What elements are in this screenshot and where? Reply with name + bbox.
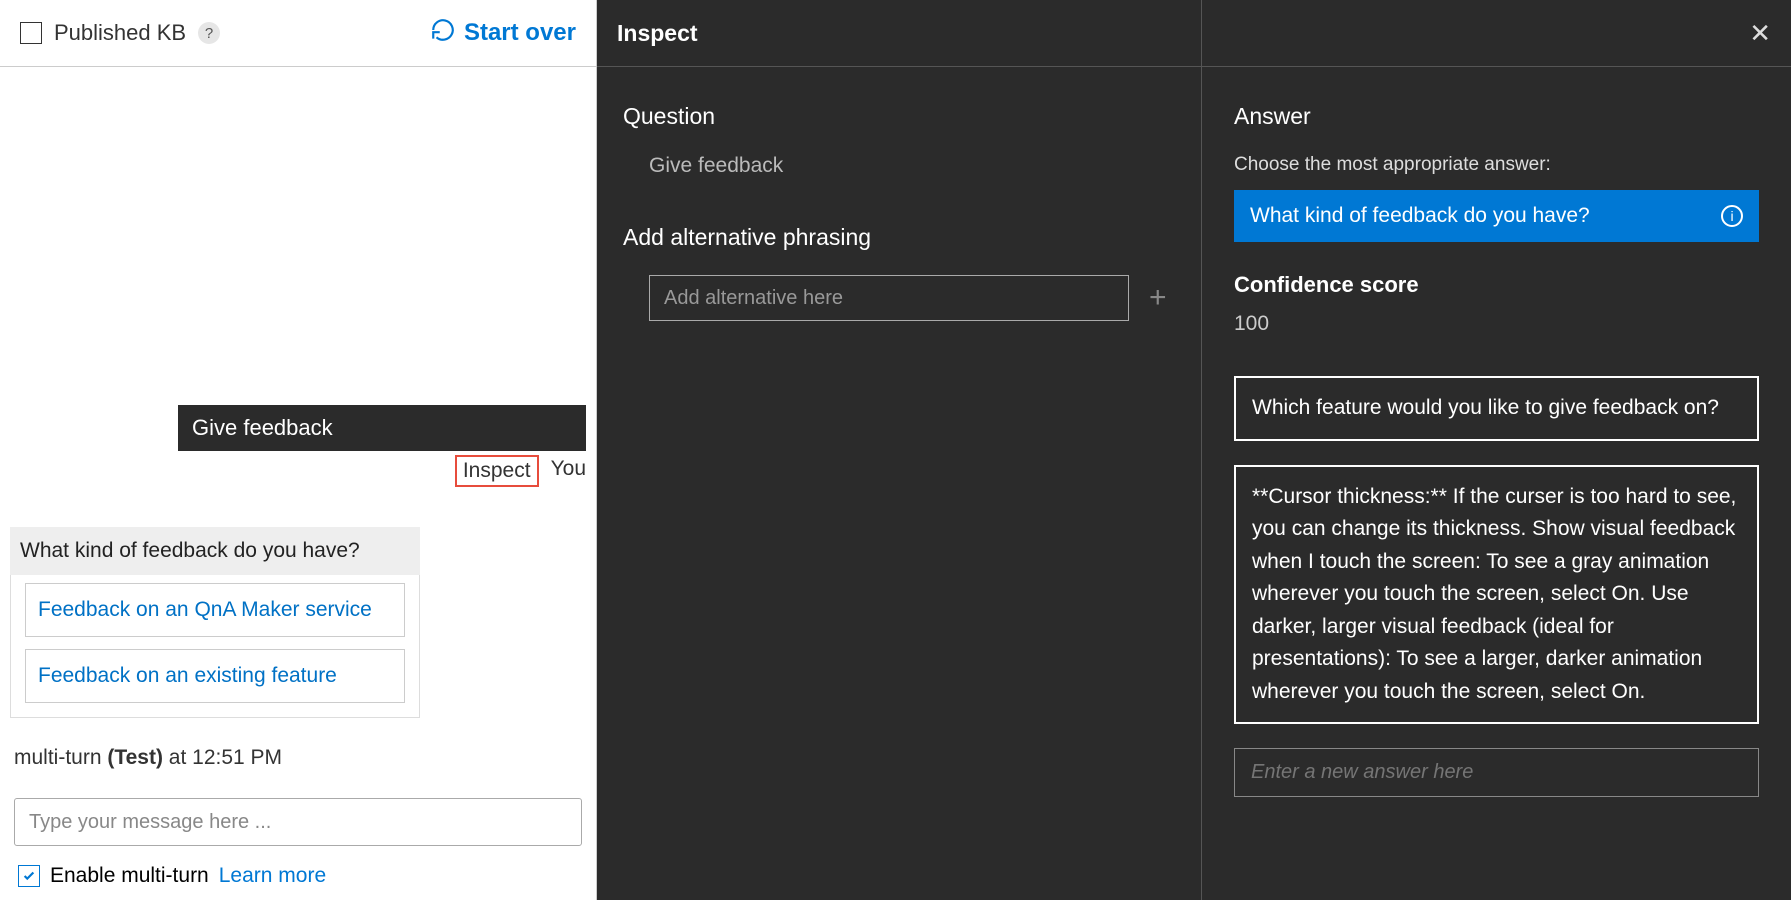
close-icon[interactable]: ✕ bbox=[1749, 18, 1771, 49]
selected-answer[interactable]: What kind of feedback do you have? i bbox=[1234, 190, 1759, 242]
alt-answer-2[interactable]: **Cursor thickness:** If the curser is t… bbox=[1234, 465, 1759, 725]
alt-answer-1[interactable]: Which feature would you like to give fee… bbox=[1234, 376, 1759, 441]
user-message: Give feedback bbox=[178, 405, 586, 451]
alt-phrasing-input[interactable] bbox=[649, 275, 1129, 321]
chat-header: Published KB ? Start over bbox=[0, 0, 596, 67]
question-section-title: Question bbox=[623, 103, 1175, 130]
bot-meta-line: multi-turn (Test) at 12:51 PM bbox=[14, 746, 582, 770]
help-icon[interactable]: ? bbox=[198, 22, 220, 44]
meta-prefix: multi-turn bbox=[14, 746, 107, 769]
learn-more-link[interactable]: Learn more bbox=[219, 864, 326, 888]
message-input-wrap bbox=[14, 798, 582, 846]
inspect-panel: Inspect Question Give feedback Add alter… bbox=[597, 0, 1202, 900]
answer-section-title: Answer bbox=[1234, 103, 1759, 130]
bot-question: What kind of feedback do you have? bbox=[10, 527, 420, 575]
question-value: Give feedback bbox=[649, 154, 1175, 178]
you-label: You bbox=[551, 455, 586, 487]
inspect-header: Inspect bbox=[597, 0, 1201, 67]
option-existing-feature[interactable]: Feedback on an existing feature bbox=[25, 649, 405, 703]
published-kb-checkbox[interactable] bbox=[20, 22, 42, 44]
answer-header: ✕ bbox=[1202, 0, 1791, 67]
meta-bold: (Test) bbox=[107, 746, 163, 769]
answer-body: Answer Choose the most appropriate answe… bbox=[1202, 67, 1791, 833]
confidence-title: Confidence score bbox=[1234, 272, 1759, 298]
bot-options: Feedback on an QnA Maker service Feedbac… bbox=[10, 575, 420, 718]
info-icon[interactable]: i bbox=[1721, 205, 1743, 227]
header-left-group: Published KB ? bbox=[20, 20, 220, 46]
enable-multiturn-row: Enable multi-turn Learn more bbox=[10, 864, 586, 890]
answer-panel: ✕ Answer Choose the most appropriate ans… bbox=[1202, 0, 1791, 900]
enable-multiturn-label: Enable multi-turn bbox=[50, 864, 209, 888]
message-input[interactable] bbox=[14, 798, 582, 846]
message-meta-row: Inspect You bbox=[455, 455, 586, 487]
alt-phrasing-row: + bbox=[649, 275, 1175, 321]
confidence-value: 100 bbox=[1234, 312, 1759, 336]
inspect-link[interactable]: Inspect bbox=[455, 455, 539, 487]
bot-response: What kind of feedback do you have? Feedb… bbox=[10, 527, 420, 718]
add-alt-icon[interactable]: + bbox=[1149, 281, 1167, 315]
start-over-label: Start over bbox=[464, 19, 576, 47]
meta-suffix: at 12:51 PM bbox=[163, 746, 282, 769]
alt-phrasing-title: Add alternative phrasing bbox=[623, 224, 1175, 251]
enable-multiturn-checkbox[interactable] bbox=[18, 865, 40, 887]
choose-answer-label: Choose the most appropriate answer: bbox=[1234, 154, 1759, 176]
inspect-body: Question Give feedback Add alternative p… bbox=[597, 67, 1201, 357]
option-qna-service[interactable]: Feedback on an QnA Maker service bbox=[25, 583, 405, 637]
chat-panel: Published KB ? Start over Give feedback … bbox=[0, 0, 597, 900]
published-kb-label: Published KB bbox=[54, 20, 186, 46]
chat-area: Give feedback Inspect You What kind of f… bbox=[0, 67, 596, 900]
selected-answer-text: What kind of feedback do you have? bbox=[1250, 204, 1590, 228]
refresh-icon bbox=[430, 17, 456, 50]
start-over-button[interactable]: Start over bbox=[430, 17, 576, 50]
new-answer-input[interactable] bbox=[1234, 748, 1759, 797]
